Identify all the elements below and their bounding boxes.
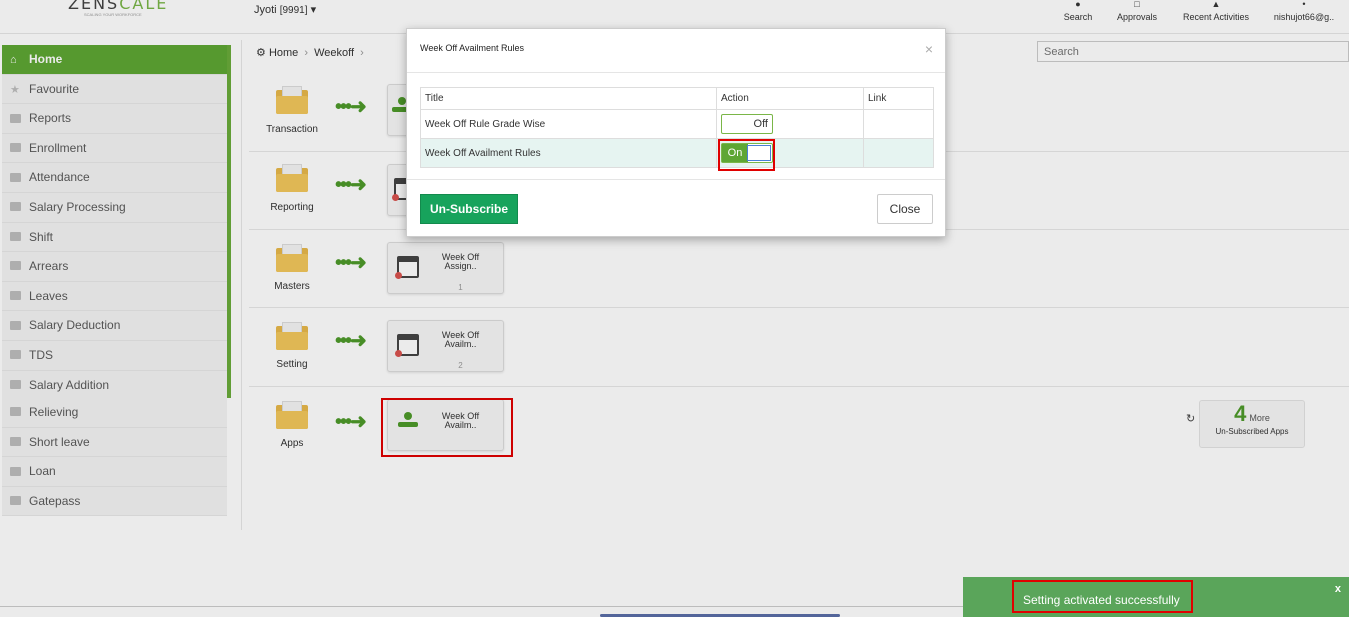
highlight-box [1012, 580, 1193, 613]
column-header-link: Link [863, 87, 934, 110]
rules-table: Title Action Link Week Off Rule Grade Wi… [420, 87, 934, 168]
dialog-footer: Un-Subscribe Close [407, 179, 945, 237]
table-row: Week Off Availment Rules On [420, 138, 934, 168]
highlight-box [718, 139, 775, 171]
rule-title: Week Off Rule Grade Wise [420, 109, 717, 139]
rule-action-cell: Off [716, 109, 864, 139]
rule-toggle-off[interactable]: Off [721, 114, 773, 134]
rule-link-cell [863, 109, 934, 139]
rule-title: Week Off Availment Rules [420, 138, 717, 168]
close-icon[interactable]: × [925, 41, 933, 57]
table-header-row: Title Action Link [420, 87, 934, 110]
column-header-title: Title [420, 87, 717, 110]
table-row: Week Off Rule Grade Wise Off [420, 109, 934, 139]
rules-dialog: Week Off Availment Rules × Title Action … [406, 28, 946, 237]
dialog-title: Week Off Availment Rules [420, 43, 525, 53]
toast-close-icon[interactable]: x [1335, 583, 1341, 595]
rule-link-cell [863, 138, 934, 168]
close-button[interactable]: Close [877, 194, 933, 224]
column-header-action: Action [716, 87, 864, 110]
unsubscribe-button[interactable]: Un-Subscribe [420, 194, 518, 224]
dialog-header: Week Off Availment Rules × [407, 29, 945, 73]
